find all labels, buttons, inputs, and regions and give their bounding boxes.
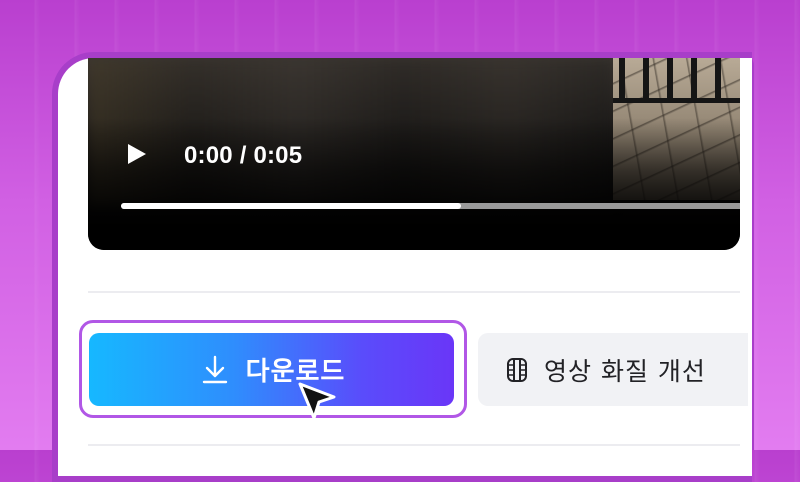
fence-rail — [613, 98, 740, 103]
progress-bar[interactable] — [121, 203, 740, 209]
fence-bar — [715, 58, 721, 100]
video-controls-gradient — [88, 118, 740, 250]
mouse-pointer-icon — [298, 382, 336, 420]
fence-bar — [643, 58, 649, 100]
video-player[interactable]: 0:00 / 0:05 — [88, 58, 740, 250]
divider — [88, 444, 740, 446]
fence-bar — [691, 58, 697, 100]
film-icon — [507, 357, 527, 382]
progress-fill — [121, 203, 462, 209]
time-display: 0:00 / 0:05 — [184, 142, 303, 169]
divider — [88, 291, 740, 293]
enhance-button-label: 영상 화질 개선 — [544, 356, 706, 386]
download-icon — [202, 355, 227, 383]
download-button[interactable]: 다운로드 — [89, 333, 454, 406]
fence-bar — [619, 58, 625, 100]
fence-bar — [667, 58, 673, 100]
play-icon[interactable] — [128, 144, 146, 164]
enhance-video-quality-button[interactable]: 영상 화질 개선 — [478, 333, 748, 406]
